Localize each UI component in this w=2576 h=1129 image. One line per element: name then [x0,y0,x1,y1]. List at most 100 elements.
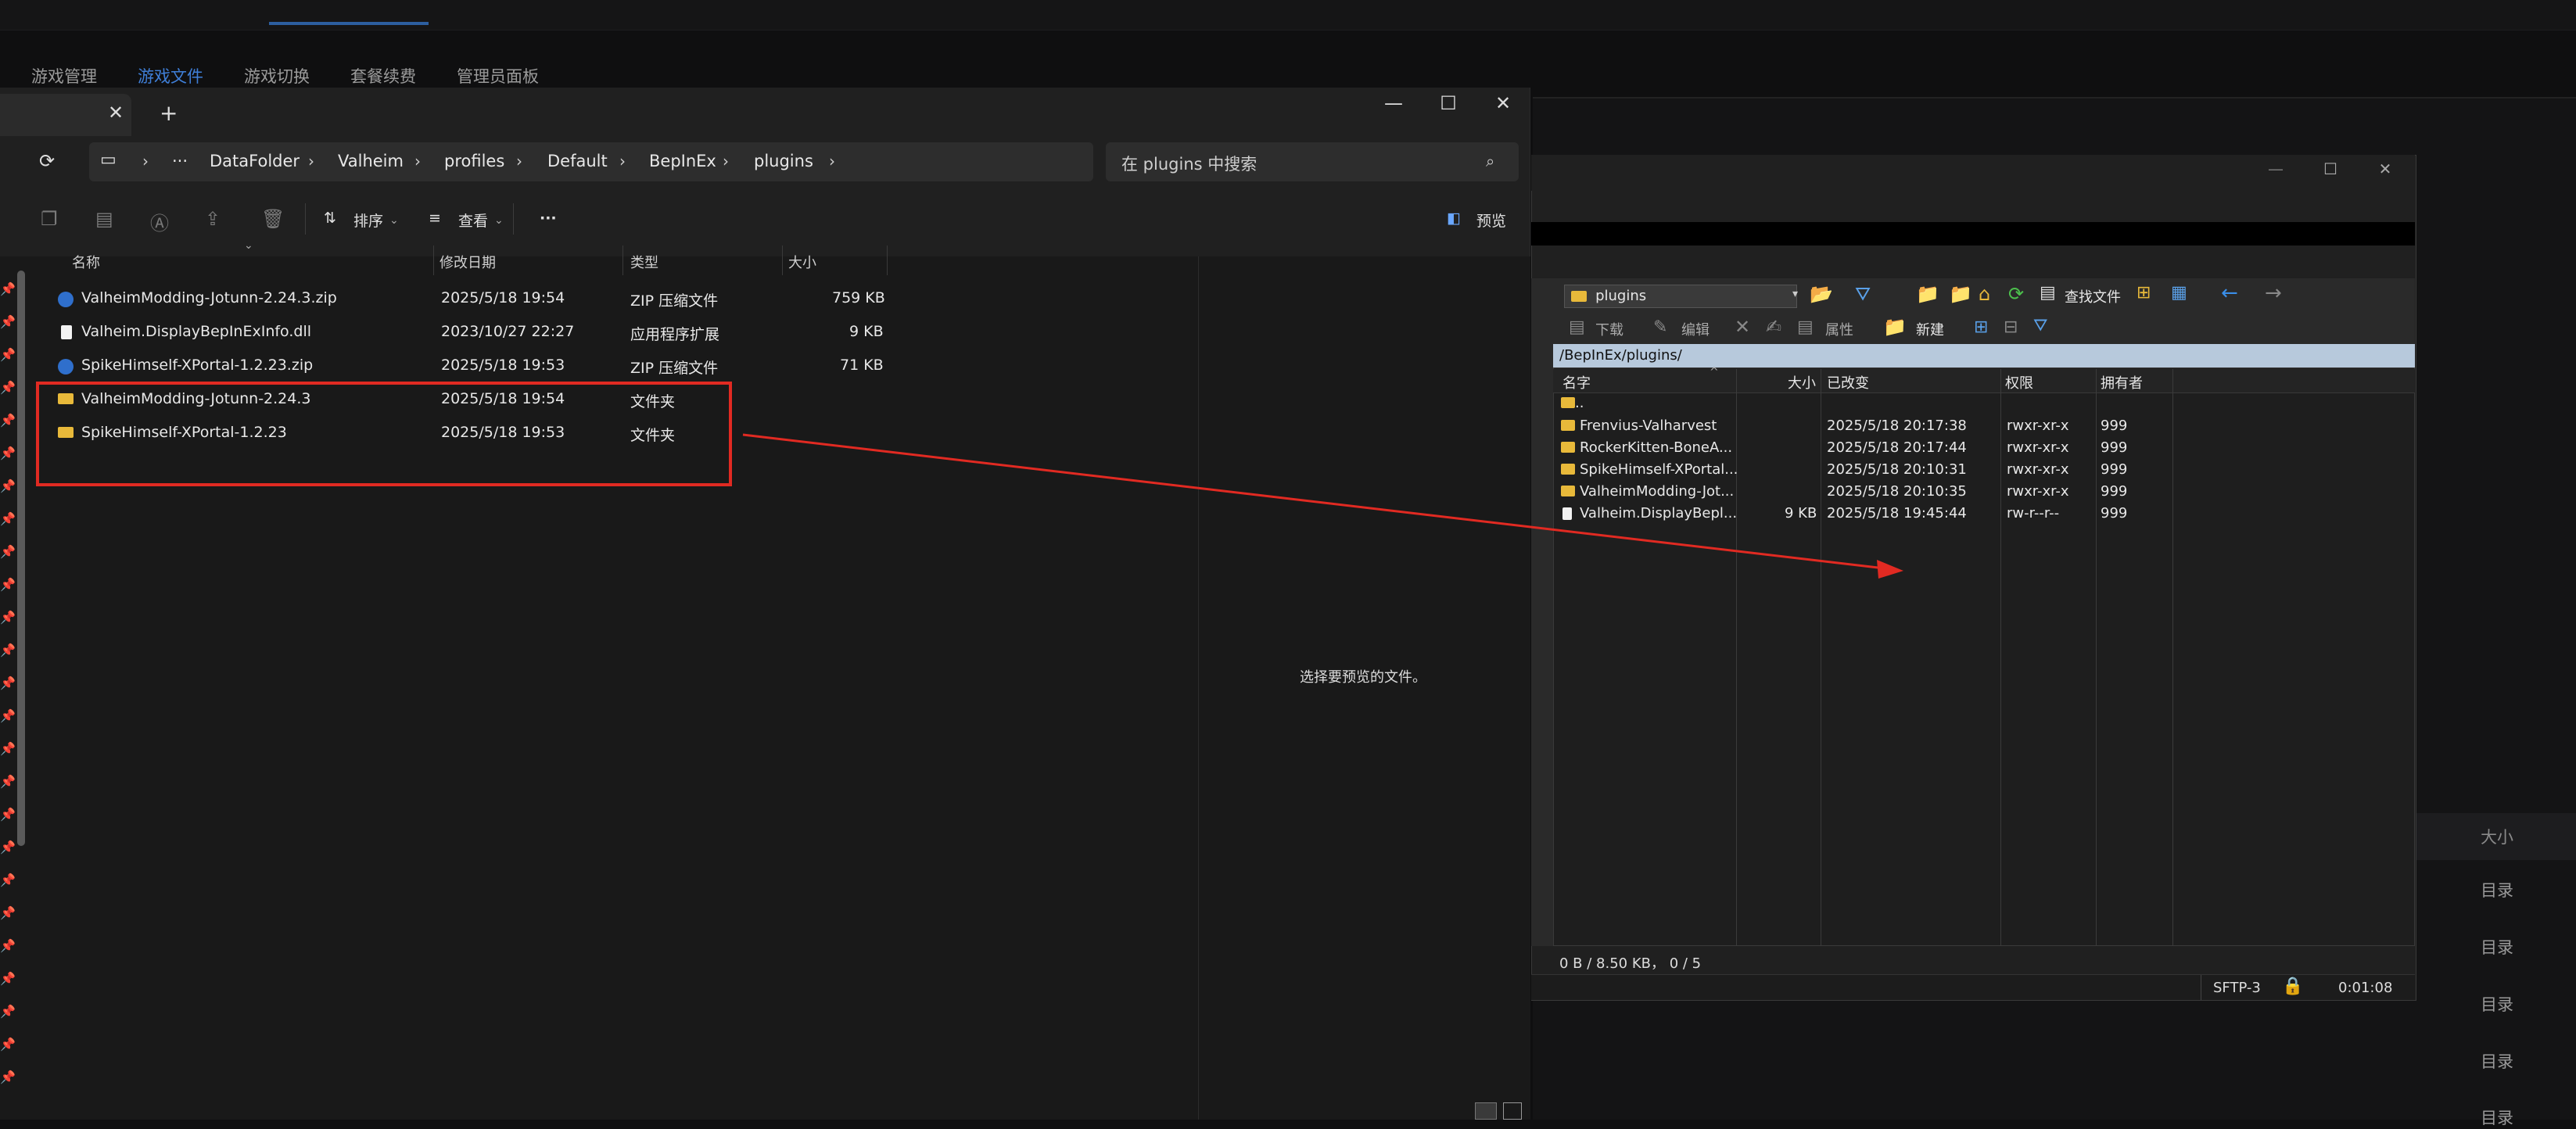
column-header-type[interactable]: 类型 [630,252,658,272]
breadcrumb-valheim[interactable]: Valheim [338,152,404,170]
find-files-button[interactable]: 查找文件 [2065,286,2121,306]
maximize-button[interactable]: ☐ [1433,92,1464,114]
remote-row[interactable]: Frenvius-Valharvest 2025/5/18 20:17:38 r… [1561,415,2413,437]
column-header-changed[interactable]: 已改变 [1827,372,1869,392]
maximize-button[interactable]: ☐ [2315,159,2346,178]
breadcrumb-default[interactable]: Default [547,152,608,170]
nav-pane-scrollbar[interactable] [17,271,25,846]
close-window-button[interactable]: ✕ [2370,159,2401,178]
pin-icon[interactable]: 📌 [0,873,16,887]
chevron-right-icon[interactable]: › [829,152,835,170]
column-header-owner[interactable]: 拥有者 [2101,372,2143,392]
pin-icon[interactable]: 📌 [0,347,16,362]
remote-row[interactable]: ValheimModding-Jot... 2025/5/18 20:10:35… [1561,481,2413,503]
pin-icon[interactable]: 📌 [0,643,16,658]
forward-icon[interactable]: → [2265,281,2282,305]
close-window-button[interactable]: ✕ [1487,92,1519,114]
find-file-icon[interactable]: ▤ [2040,283,2056,303]
breadcrumb-profiles[interactable]: profiles [444,152,504,170]
bg-tab-game-switch[interactable]: 游戏切换 [244,64,310,88]
pin-icon[interactable]: 📌 [0,1037,16,1052]
bg-tab-game-manage[interactable]: 游戏管理 [31,64,97,88]
pin-icon[interactable]: 📌 [0,938,16,953]
bg-tab-admin[interactable]: 管理员面板 [457,64,539,88]
download-icon[interactable]: ▤ [1569,317,1585,337]
delete-icon[interactable]: 🗑 [261,208,285,230]
column-header-size[interactable]: 大小 [1788,372,1816,392]
pin-icon[interactable]: 📌 [0,314,16,329]
properties-icon[interactable]: ▤ [1797,317,1814,337]
pin-icon[interactable]: 📌 [0,544,16,559]
remote-path-bar[interactable]: /BepInEx/plugins/ [1553,344,2415,367]
edit-button[interactable]: 编辑 [1681,319,1710,339]
pin-icon[interactable]: 📌 [0,807,16,822]
select-all-icon[interactable]: ⊞ [1974,317,1988,337]
view-icon[interactable]: ≡ [429,210,441,227]
file-row[interactable]: Valheim.DisplayBepInExInfo.dll 2023/10/2… [55,317,887,348]
pin-icon[interactable]: 📌 [0,1004,16,1019]
new-button[interactable]: 新建 [1916,319,1944,339]
breadcrumb-plugins[interactable]: plugins [754,152,813,170]
column-separator[interactable] [433,246,434,275]
refresh-icon[interactable]: ⟳ [2008,283,2024,305]
rename-icon[interactable]: ✍ [1766,316,1781,338]
search-icon[interactable]: ⌕ [1486,152,1494,170]
pin-icon[interactable]: 📌 [0,840,16,855]
pin-icon[interactable]: 📌 [0,971,16,986]
remote-row[interactable]: Valheim.DisplayBepl... 9 KB 2025/5/18 19… [1561,503,2413,525]
column-header-size[interactable]: 大小 [788,252,816,272]
parent-dir-icon[interactable]: 📁 [1916,283,1939,305]
bg-tab-game-files[interactable]: 游戏文件 [138,64,203,88]
deselect-icon[interactable]: ⊟ [2004,317,2018,337]
pin-icon[interactable]: 📌 [0,774,16,789]
directory-combo[interactable]: plugins [1564,285,1797,308]
paste-icon[interactable]: ▤ [95,208,113,230]
remote-row[interactable]: RockerKitten-BoneA... 2025/5/18 20:17:44… [1561,437,2413,459]
column-separator[interactable] [622,246,623,275]
view-button[interactable]: 查看 [458,210,488,231]
bg-tab-renew[interactable]: 套餐续费 [350,64,416,88]
minimize-button[interactable]: — [1378,92,1409,114]
dropdown-arrow-icon[interactable]: ▾ [1792,288,1798,300]
sort-icon[interactable]: ⇅ [324,210,336,227]
details-view-icon[interactable] [1475,1102,1497,1120]
more-button[interactable]: ··· [540,210,557,227]
filter-icon[interactable]: ⛛ [2033,316,2047,335]
download-button[interactable]: 下载 [1595,319,1623,339]
properties-button[interactable]: 属性 [1825,319,1853,339]
pin-icon[interactable]: 📌 [0,741,16,756]
sort-button[interactable]: 排序 [353,210,383,231]
home-icon[interactable]: ⌂ [1979,283,1990,305]
share-icon[interactable]: ⇪ [205,208,221,230]
root-dir-icon[interactable]: 📁 [1949,283,1972,305]
pin-icon[interactable]: 📌 [0,905,16,920]
pin-icon[interactable]: 📌 [0,577,16,592]
preview-pane-icon[interactable]: ◧ [1447,210,1461,227]
file-row[interactable]: ValheimModding-Jotunn-2.24.3.zip 2025/5/… [55,283,887,314]
preview-button[interactable]: 预览 [1476,210,1506,231]
pin-icon[interactable]: 📌 [0,446,16,461]
remote-row[interactable]: SpikeHimself-XPortal... 2025/5/18 20:10:… [1561,459,2413,481]
new-folder-icon[interactable]: 📁 [1883,316,1907,338]
pin-icon[interactable]: 📌 [0,1070,16,1084]
pin-icon[interactable]: 📌 [0,676,16,690]
pin-icon[interactable]: 📌 [0,281,16,296]
pin-icon[interactable]: 📌 [0,380,16,395]
pin-icon[interactable]: 📌 [0,413,16,428]
back-icon[interactable]: ← [2221,281,2238,305]
minimize-button[interactable]: — [2260,159,2291,178]
pin-icon[interactable]: 📌 [0,511,16,526]
columns-icon[interactable]: ▦ [2171,283,2187,303]
close-icon[interactable]: ✕ [108,102,124,124]
plus-icon[interactable]: + [160,100,178,126]
tree-icon[interactable]: ⊞ [2137,283,2151,303]
copy-icon[interactable]: ❐ [41,208,58,230]
column-header-date[interactable]: 修改日期 [439,252,496,272]
breadcrumb-more[interactable]: ··· [172,152,188,170]
refresh-icon[interactable]: ⟳ [39,150,55,172]
pin-icon[interactable]: 📌 [0,478,16,493]
column-separator[interactable] [887,246,888,275]
column-header-name[interactable]: 名称 [72,252,100,272]
column-header-name[interactable]: 名字 [1562,372,1591,392]
rename-icon[interactable]: Ⓐ [150,208,169,235]
